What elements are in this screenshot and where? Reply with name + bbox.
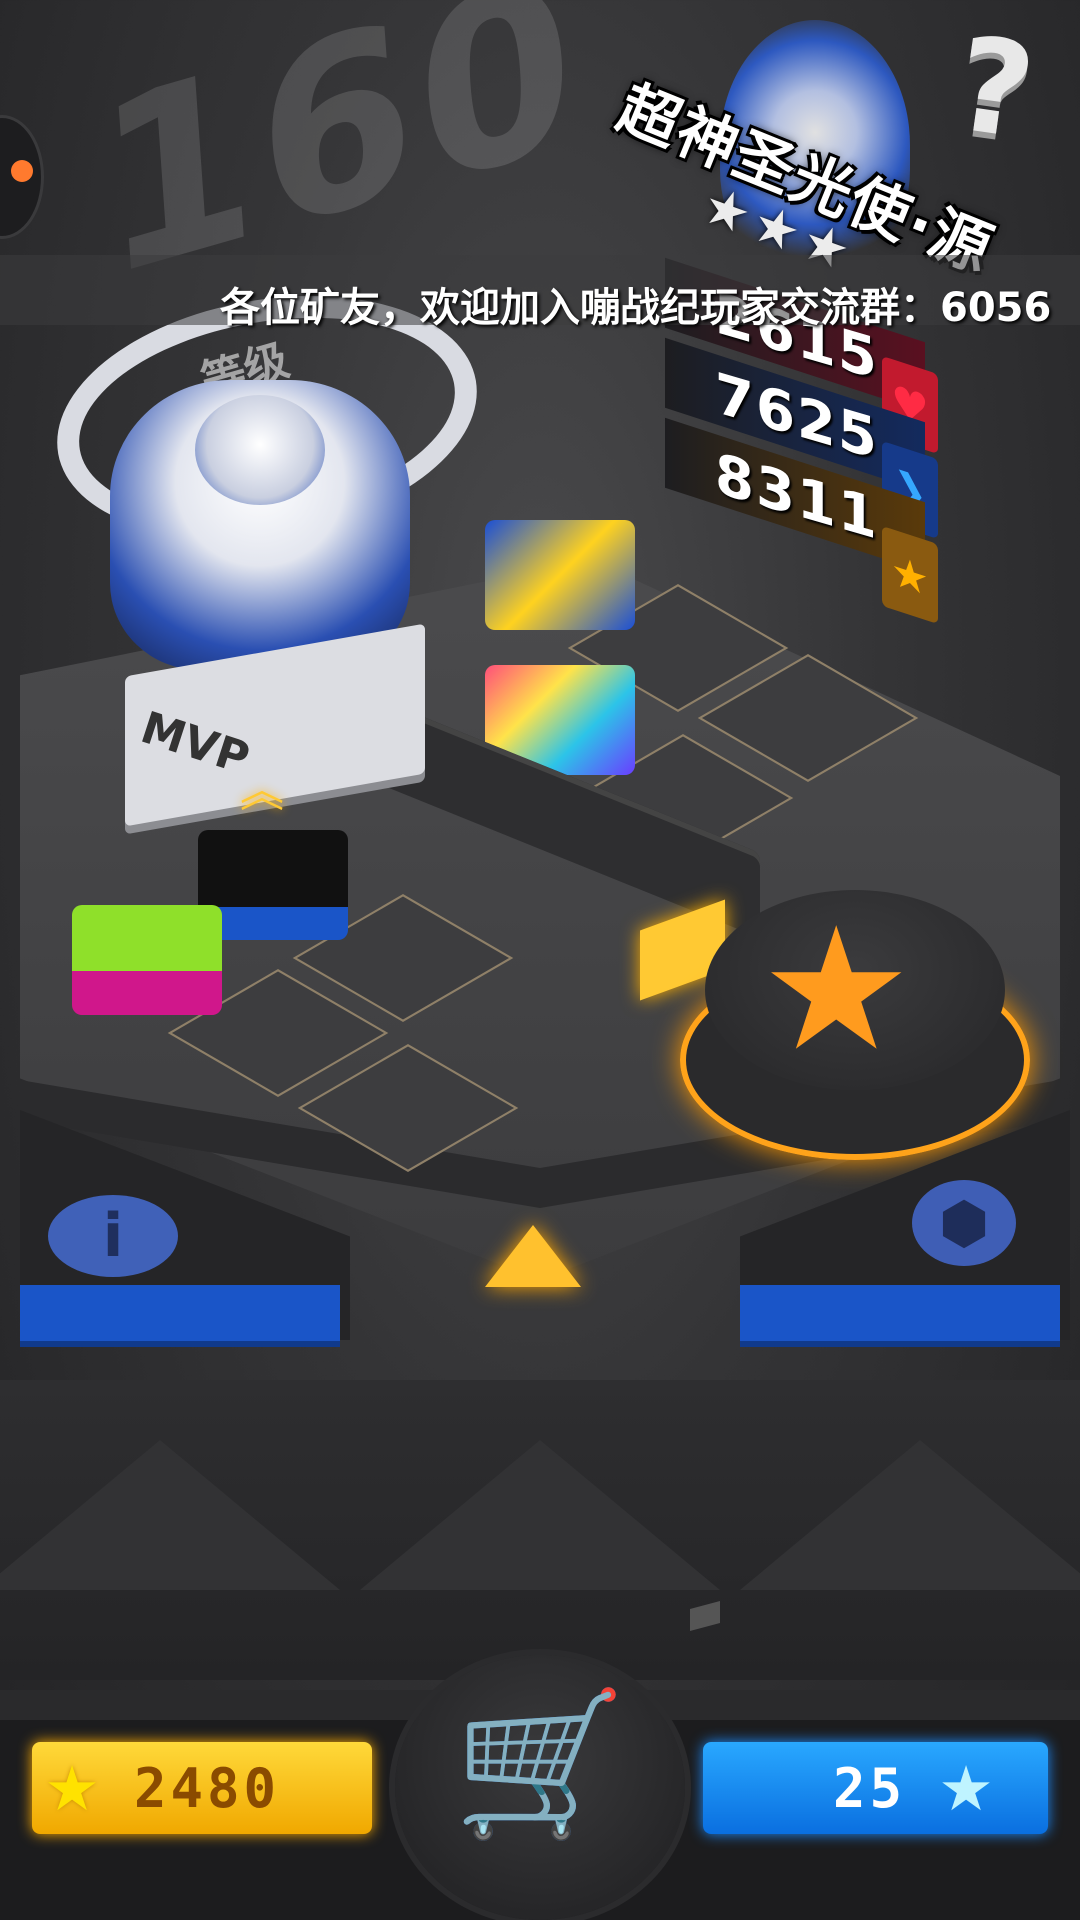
side-menu-button[interactable] — [0, 115, 44, 239]
floor-shape — [740, 1440, 1080, 1590]
gem-star-icon: ★ — [938, 1751, 994, 1825]
gold-amount: 2480 — [134, 1756, 281, 1820]
info-button[interactable]: i — [48, 1195, 178, 1277]
arrow-up-icon[interactable] — [485, 1225, 581, 1287]
board-tile[interactable] — [697, 654, 919, 782]
help-button[interactable]: ? — [932, 7, 1058, 168]
left-panel-strip — [20, 1285, 340, 1347]
robot-head — [195, 395, 325, 505]
gold-star-icon: ★ — [44, 1751, 100, 1825]
star-icon: ★ — [760, 891, 913, 1089]
item-chip-spark[interactable] — [72, 905, 222, 1015]
ball-icon[interactable]: ⬢ — [912, 1180, 1016, 1266]
cart-icon: 🛒 — [452, 1683, 628, 1846]
floor-shape — [0, 1440, 340, 1590]
gem-counter[interactable]: 25 ★ — [703, 1742, 1048, 1834]
item-chip-bonus[interactable] — [485, 520, 635, 630]
right-panel-strip — [740, 1285, 1060, 1347]
board-tile[interactable] — [297, 1044, 519, 1172]
floor-shape — [360, 1440, 720, 1590]
announcement-text: 各位矿友，欢迎加入嘣战纪玩家交流群：6056 — [220, 285, 1052, 331]
star-icon: ★ — [882, 525, 938, 625]
notification-dot-icon — [11, 160, 33, 182]
gold-counter[interactable]: ★ 2480 — [32, 1742, 372, 1834]
chevron-up-icon: ︽ — [240, 766, 284, 817]
gem-amount: 25 — [833, 1756, 907, 1820]
